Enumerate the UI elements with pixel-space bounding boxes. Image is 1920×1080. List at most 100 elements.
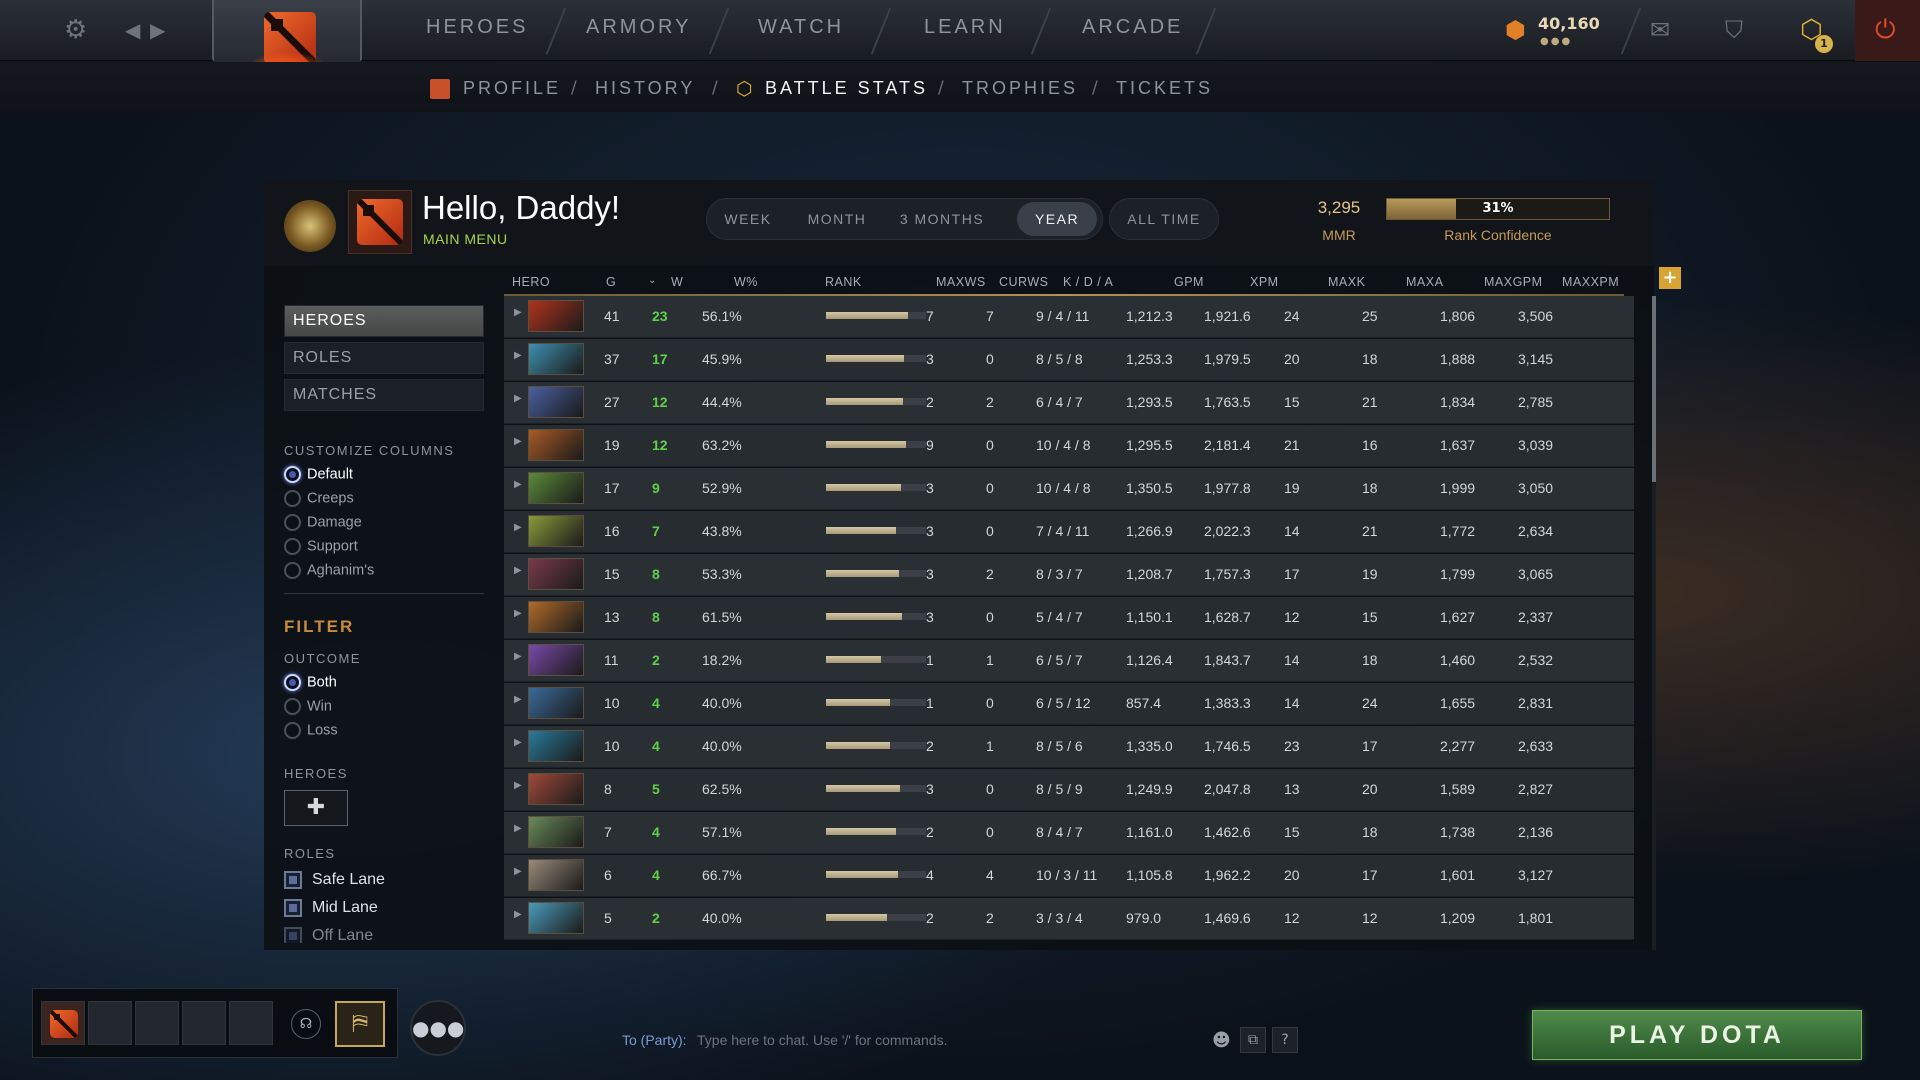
col-rank[interactable]: RANK: [825, 275, 862, 289]
table-row[interactable]: ▶ 5 2 40.0% 2 2 3 / 3 / 4 979.0 1,469.6 12 12 1,209…: [504, 898, 1634, 940]
power-button[interactable]: ⏻: [1855, 0, 1920, 61]
nav-armory[interactable]: ARMORY: [586, 16, 691, 39]
battle-pass-tier-icon[interactable]: ⛿: [335, 1001, 385, 1047]
hero-portrait[interactable]: [528, 515, 584, 547]
role-safe-lane[interactable]: Safe Lane: [284, 871, 385, 889]
expand-row-icon[interactable]: ▶: [514, 479, 522, 490]
customize-creeps[interactable]: Creeps: [284, 490, 354, 510]
hero-portrait[interactable]: [528, 558, 584, 590]
hero-portrait[interactable]: [528, 687, 584, 719]
table-row[interactable]: ▶ 27 12 44.4% 2 2 6 / 4 / 7 1,293.5 1,763.5 15 21 1…: [504, 382, 1634, 424]
sidebar-tab-heroes[interactable]: HEROES: [284, 305, 484, 337]
hero-portrait[interactable]: [528, 859, 584, 891]
table-row[interactable]: ▶ 11 2 18.2% 1 1 6 / 5 / 7 1,126.4 1,843.7 14 18 1,…: [504, 640, 1634, 682]
col-maxws[interactable]: MAXWS: [936, 275, 986, 289]
party-slot-self[interactable]: [41, 1001, 85, 1045]
col-maxxpm[interactable]: MAXXPM: [1562, 275, 1619, 289]
nav-learn[interactable]: LEARN: [924, 16, 1006, 39]
table-scrollbar[interactable]: [1652, 296, 1656, 950]
play-dota-button[interactable]: PLAY DOTA: [1532, 1010, 1862, 1060]
party-slot-empty[interactable]: [135, 1001, 179, 1045]
main-menu-link[interactable]: MAIN MENU: [423, 231, 508, 247]
range-year[interactable]: YEAR: [1017, 202, 1097, 236]
hero-portrait[interactable]: [528, 816, 584, 848]
outcome-win[interactable]: Win: [284, 698, 332, 718]
hero-portrait[interactable]: [528, 386, 584, 418]
table-row[interactable]: ▶ 8 5 62.5% 3 0 8 / 5 / 9 1,249.9 2,047.8 13 20 1,5…: [504, 769, 1634, 811]
col-maxa[interactable]: MAXA: [1406, 275, 1443, 289]
hero-portrait[interactable]: [528, 644, 584, 676]
expand-row-icon[interactable]: ▶: [514, 565, 522, 576]
table-row[interactable]: ▶ 19 12 63.2% 9 0 10 / 4 / 8 1,295.5 2,181.4 21 16…: [504, 425, 1634, 467]
hero-portrait[interactable]: [528, 472, 584, 504]
expand-row-icon[interactable]: ▶: [514, 780, 522, 791]
range-all-time[interactable]: ALL TIME: [1109, 198, 1219, 240]
sidebar-tab-matches[interactable]: MATCHES: [284, 379, 484, 411]
party-slot-empty[interactable]: [229, 1001, 273, 1045]
range-week[interactable]: WEEK: [713, 199, 783, 239]
range-3-months[interactable]: 3 MONTHS: [892, 199, 992, 239]
expand-row-icon[interactable]: ▶: [514, 393, 522, 404]
social-button[interactable]: ●●●: [410, 1000, 466, 1056]
expand-row-icon[interactable]: ▶: [514, 651, 522, 662]
armory-shield-icon[interactable]: ⛉: [1725, 12, 1743, 48]
outcome-loss[interactable]: Loss: [284, 722, 338, 742]
col-kda[interactable]: K / D / A: [1063, 275, 1113, 289]
col-maxgpm[interactable]: MAXGPM: [1484, 275, 1543, 289]
col-xpm[interactable]: XPM: [1250, 275, 1279, 289]
col-wins[interactable]: W: [671, 275, 683, 289]
col-win-percent[interactable]: W%: [734, 275, 758, 289]
emoji-icon[interactable]: ☻: [1212, 1030, 1231, 1051]
expand-row-icon[interactable]: ▶: [514, 608, 522, 619]
subnav-trophies[interactable]: TROPHIES: [962, 78, 1078, 99]
customize-aghanims[interactable]: Aghanim's: [284, 562, 374, 582]
back-arrow-icon[interactable]: ◀: [125, 12, 140, 48]
hero-portrait[interactable]: [528, 902, 584, 934]
subnav-history[interactable]: HISTORY: [595, 78, 695, 99]
outcome-both[interactable]: Both: [284, 674, 337, 694]
expand-row-icon[interactable]: ▶: [514, 307, 522, 318]
hero-portrait[interactable]: [528, 601, 584, 633]
col-curws[interactable]: CURWS: [999, 275, 1049, 289]
table-row[interactable]: ▶ 16 7 43.8% 3 0 7 / 4 / 11 1,266.9 2,022.3 14 21 1…: [504, 511, 1634, 553]
role-off-lane[interactable]: Off Lane: [284, 927, 373, 943]
scrollbar-thumb[interactable]: [1652, 296, 1656, 482]
customize-damage[interactable]: Damage: [284, 514, 362, 534]
expand-row-icon[interactable]: ▶: [514, 522, 522, 533]
subnav-battle-stats[interactable]: BATTLE STATS: [765, 78, 928, 99]
subnav-tickets[interactable]: TICKETS: [1116, 78, 1213, 99]
col-maxk[interactable]: MAXK: [1328, 275, 1365, 289]
expand-row-icon[interactable]: ▶: [514, 866, 522, 877]
table-row[interactable]: ▶ 7 4 57.1% 2 0 8 / 4 / 7 1,161.0 1,462.6 15 18 1,7…: [504, 812, 1634, 854]
table-row[interactable]: ▶ 37 17 45.9% 3 0 8 / 5 / 8 1,253.3 1,979.5 20 18 1…: [504, 339, 1634, 381]
chat-help-icon[interactable]: ?: [1272, 1027, 1298, 1053]
table-row[interactable]: ▶ 10 4 40.0% 1 0 6 / 5 / 12 857.4 1,383.3 14 24 1,6…: [504, 683, 1634, 725]
table-row[interactable]: ▶ 15 8 53.3% 3 2 8 / 3 / 7 1,208.7 1,757.3 17 19 1,…: [504, 554, 1634, 596]
hero-portrait[interactable]: [528, 773, 584, 805]
hero-portrait[interactable]: [528, 300, 584, 332]
chat-channel-label[interactable]: To (Party):: [622, 1032, 687, 1048]
expand-row-icon[interactable]: ▶: [514, 737, 522, 748]
range-month[interactable]: MONTH: [797, 199, 877, 239]
table-row[interactable]: ▶ 13 8 61.5% 3 0 5 / 4 / 7 1,150.1 1,628.7 12 15 1,…: [504, 597, 1634, 639]
hero-portrait[interactable]: [528, 343, 584, 375]
subnav-profile[interactable]: PROFILE: [463, 78, 561, 99]
chat-popout-icon[interactable]: ⧉: [1240, 1027, 1266, 1053]
forward-arrow-icon[interactable]: ▶: [150, 12, 165, 48]
table-row[interactable]: ▶ 41 23 56.1% 7 7 9 / 4 / 11 1,212.3 1,921.6 24 25…: [504, 296, 1634, 338]
expand-row-icon[interactable]: ▶: [514, 823, 522, 834]
expand-row-icon[interactable]: ▶: [514, 909, 522, 920]
col-gpm[interactable]: GPM: [1174, 275, 1204, 289]
table-row[interactable]: ▶ 6 4 66.7% 4 4 10 / 3 / 11 1,105.8 1,962.2 20 17 1…: [504, 855, 1634, 897]
customize-support[interactable]: Support: [284, 538, 358, 558]
mail-icon[interactable]: ✉: [1650, 12, 1670, 48]
nav-heroes[interactable]: HEROES: [426, 16, 528, 39]
role-mid-lane[interactable]: Mid Lane: [284, 899, 378, 917]
sidebar-tab-roles[interactable]: ROLES: [284, 342, 484, 374]
expand-row-icon[interactable]: ▶: [514, 694, 522, 705]
table-row[interactable]: ▶ 10 4 40.0% 2 1 8 / 5 / 6 1,335.0 1,746.5 23 17 2,…: [504, 726, 1634, 768]
col-games[interactable]: G: [606, 275, 616, 289]
nav-watch[interactable]: WATCH: [758, 16, 844, 39]
avatar[interactable]: [348, 190, 412, 254]
expand-row-icon[interactable]: ▶: [514, 436, 522, 447]
